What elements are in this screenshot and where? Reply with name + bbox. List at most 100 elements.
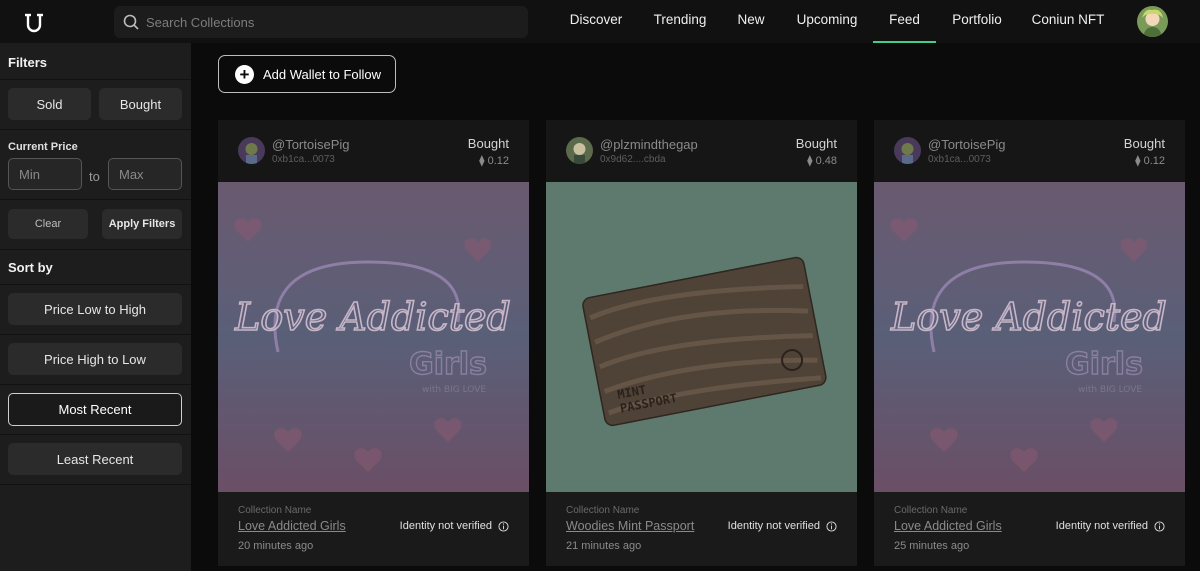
avatar-image [566,137,593,164]
price-value: ⧫ 0.12 [479,154,509,167]
sold-filter-button[interactable]: Sold [8,88,91,120]
owner-address: 0xb1ca...0073 [272,154,335,165]
card-footer: Collection Name Woodies Mint Passport 21… [546,492,857,566]
identity-status: Identity not verified [1056,520,1165,532]
nav-portfolio[interactable]: Portfolio [944,0,1010,43]
price-amount: 0.12 [487,155,509,167]
collection-name-label: Collection Name [238,505,312,516]
sort-most-recent-button[interactable]: Most Recent [8,393,182,426]
action-label: Bought [795,136,837,151]
sort-price-high-low-button[interactable]: Price High to Low [8,343,182,375]
divider [0,484,191,485]
to-label: to [89,169,100,184]
art-subtitle: Girls [409,347,487,382]
love-addicted-artwork: Love Addicted Girls with BIG LOVE [218,182,529,492]
collection-link[interactable]: Love Addicted Girls [238,519,346,533]
search-icon [123,14,139,30]
divider [0,129,191,130]
identity-status-text: Identity not verified [1055,520,1148,532]
feed-card[interactable]: @TortoisePig 0xb1ca...0073 Bought ⧫ 0.12… [218,120,529,566]
sort-by-title: Sort by [8,260,53,275]
love-addicted-artwork: Love Addicted Girls with BIG LOVE [874,182,1185,492]
nft-image[interactable]: Love Addicted Girls with BIG LOVE [218,182,529,492]
feed-card[interactable]: @TortoisePig 0xb1ca...0073 Bought ⧫ 0.12… [874,120,1185,566]
nav-feed[interactable]: Feed [873,0,936,43]
owner-username[interactable]: @TortoisePig [928,137,1006,152]
nft-image[interactable]: Love Addicted Girls with BIG LOVE [874,182,1185,492]
collection-link[interactable]: Love Addicted Girls [894,519,1002,533]
search-input[interactable] [146,6,516,38]
feed-card[interactable]: @plzmindthegap 0x9d62....cbda Bought ⧫ 0… [546,120,857,566]
owner-avatar[interactable] [238,137,265,164]
price-amount: 0.12 [1143,155,1165,167]
avatar-image [1137,6,1168,37]
identity-status: Identity not verified [728,520,837,532]
plus-circle-icon: + [235,64,254,84]
timestamp: 21 minutes ago [566,540,642,552]
price-value: ⧫ 0.12 [1135,154,1165,167]
art-title: Love Addicted [890,295,1167,339]
owner-avatar[interactable] [566,137,593,164]
card-header: @TortoisePig 0xb1ca...0073 Bought ⧫ 0.12 [218,120,529,182]
art-tagline: with BIG LOVE [1078,385,1142,395]
info-icon[interactable] [498,520,509,532]
min-price-input[interactable] [8,158,82,190]
nav-discover[interactable]: Discover [560,0,632,43]
sort-price-low-high-button[interactable]: Price Low to High [8,293,182,325]
divider [0,384,191,385]
divider [0,334,191,335]
user-avatar[interactable] [1137,6,1168,37]
action-label: Bought [1123,136,1165,151]
nav-upcoming[interactable]: Upcoming [790,0,864,43]
owner-address: 0xb1ca...0073 [928,154,991,165]
art-subtitle: Girls [1065,347,1143,382]
price-amount: 0.48 [815,155,837,167]
collection-name-label: Collection Name [566,505,640,516]
sort-least-recent-button[interactable]: Least Recent [8,443,182,475]
art-tagline: with BIG LOVE [422,385,486,395]
action-label: Bought [467,136,509,151]
divider [0,249,191,250]
search-bar[interactable] [114,6,528,38]
coniun-logo-icon[interactable] [22,10,46,34]
add-wallet-button[interactable]: + Add Wallet to Follow [218,55,396,93]
mint-passport-artwork: MINT PASSPORT [546,182,857,492]
eth-icon: ⧫ [1135,155,1144,167]
add-wallet-label: Add Wallet to Follow [263,66,382,82]
nav-new[interactable]: New [730,0,772,43]
nav-trending[interactable]: Trending [645,0,715,43]
card-header: @plzmindthegap 0x9d62....cbda Bought ⧫ 0… [546,120,857,182]
divider [0,284,191,285]
avatar-image [238,137,265,164]
info-icon[interactable] [826,520,837,532]
identity-status-text: Identity not verified [399,520,492,532]
card-footer: Collection Name Love Addicted Girls 25 m… [874,492,1185,566]
timestamp: 25 minutes ago [894,540,970,552]
owner-username[interactable]: @plzmindthegap [600,137,698,152]
collection-name-label: Collection Name [894,505,968,516]
eth-icon: ⧫ [479,155,488,167]
owner-address: 0x9d62....cbda [600,154,666,165]
eth-icon: ⧫ [807,155,816,167]
divider [0,434,191,435]
identity-status-text: Identity not verified [727,520,820,532]
max-price-input[interactable] [108,158,182,190]
bought-filter-button[interactable]: Bought [99,88,182,120]
price-value: ⧫ 0.48 [807,154,837,167]
card-header: @TortoisePig 0xb1ca...0073 Bought ⧫ 0.12 [874,120,1185,182]
nft-image[interactable]: MINT PASSPORT [546,182,857,492]
avatar-image [894,137,921,164]
info-icon[interactable] [1154,520,1165,532]
owner-avatar[interactable] [894,137,921,164]
timestamp: 20 minutes ago [238,540,314,552]
apply-filters-button[interactable]: Apply Filters [102,209,182,239]
owner-username[interactable]: @TortoisePig [272,137,350,152]
art-title: Love Addicted [234,295,511,339]
clear-filters-button[interactable]: Clear [8,209,88,239]
filters-title: Filters [8,55,48,70]
collection-link[interactable]: Woodies Mint Passport [566,519,694,533]
filters-sidebar: Filters Sold Bought Current Price to Cle… [0,43,191,571]
top-navbar: Discover Trending New Upcoming Feed Port… [0,0,1200,43]
nav-coniun-nft[interactable]: Coniun NFT [1028,0,1108,43]
identity-status: Identity not verified [400,520,509,532]
